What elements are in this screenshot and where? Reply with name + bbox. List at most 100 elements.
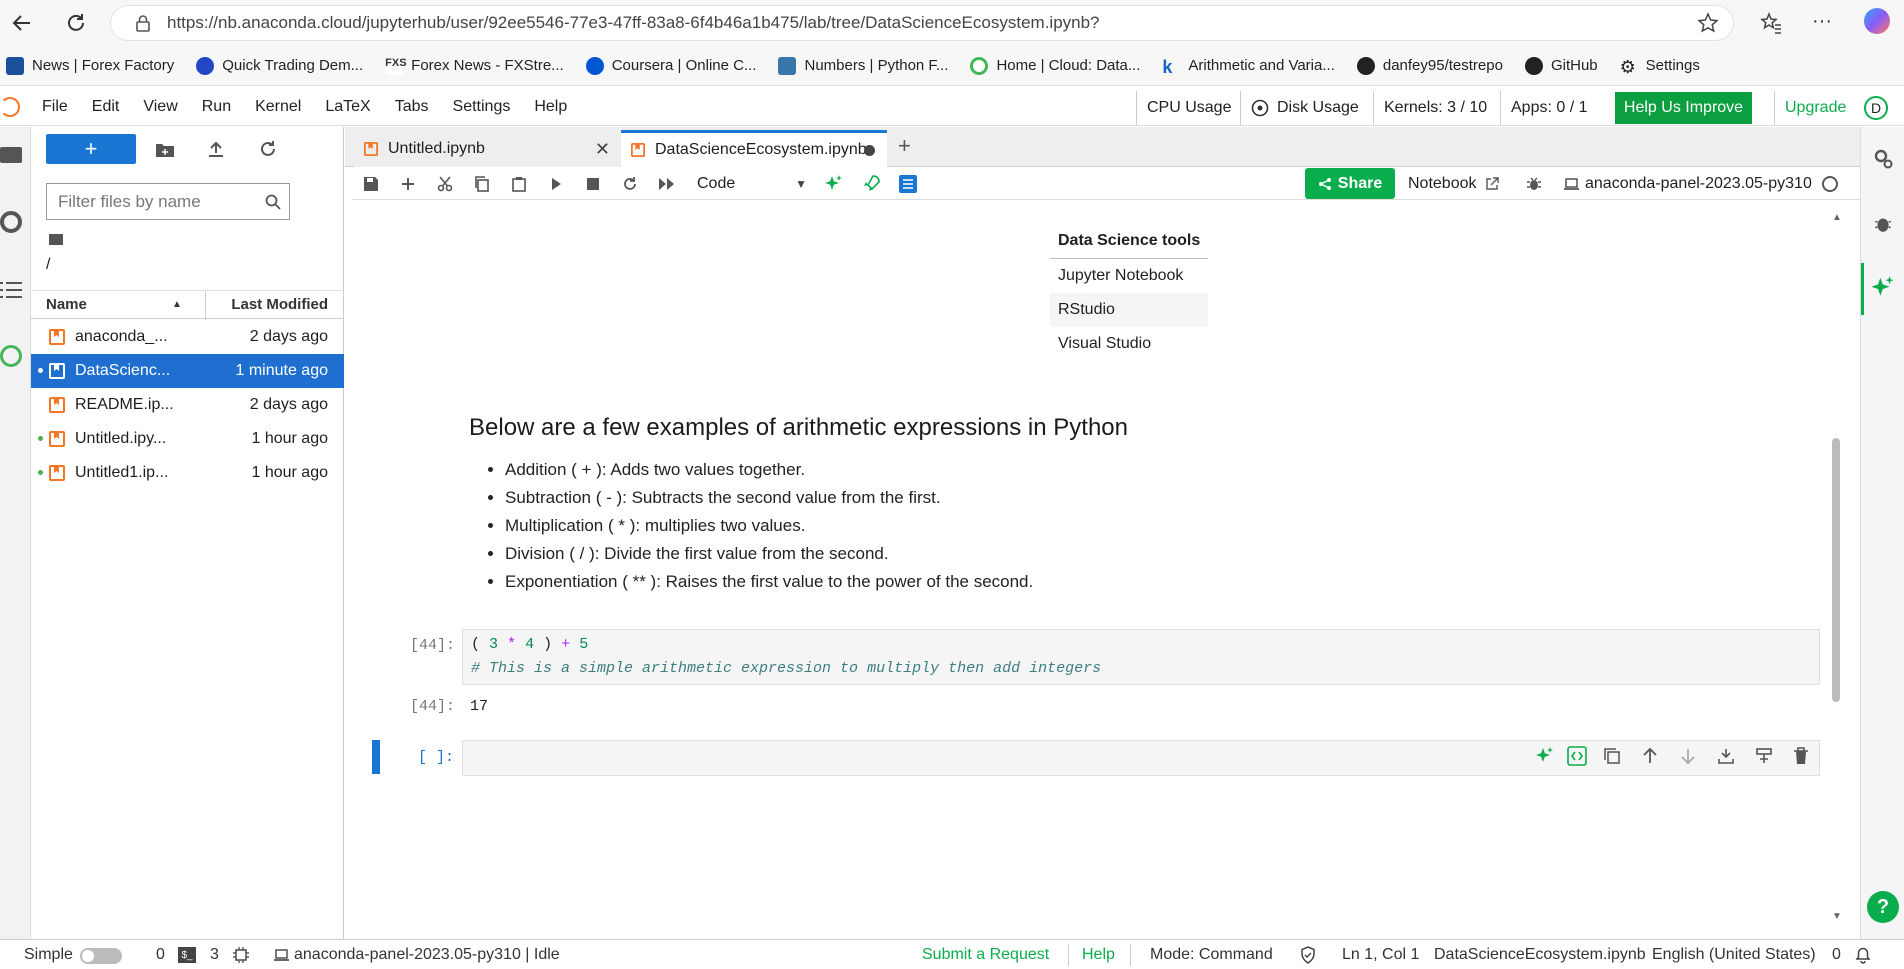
close-icon[interactable]: ✕ [595, 139, 610, 160]
notification-count[interactable]: 0 [1832, 946, 1841, 964]
simple-mode-toggle[interactable] [80, 948, 122, 964]
bookmark-item[interactable]: News | Forex Factory [6, 56, 174, 75]
tab-untitled[interactable]: Untitled.ipynb ✕ [354, 131, 620, 167]
bookmark-item[interactable]: Quick Trading Dem... [196, 56, 363, 75]
panel-button[interactable] [889, 174, 926, 194]
menu-settings[interactable]: Settings [453, 98, 511, 116]
breadcrumb[interactable]: / [46, 256, 50, 274]
cpu-usage[interactable]: CPU Usage [1136, 91, 1231, 125]
menu-run[interactable]: Run [202, 98, 231, 116]
bookmark-item[interactable]: Home | Cloud: Data... [970, 56, 1140, 75]
notebook-scrollbar[interactable]: ▲ ▼ [1832, 212, 1840, 922]
more-options-icon[interactable]: ··· [1812, 10, 1832, 33]
copilot-icon[interactable] [1864, 8, 1890, 34]
kernel-status[interactable]: anaconda-panel-2023.05-py310 | Idle [294, 946, 560, 964]
new-folder-icon[interactable] [155, 141, 175, 159]
file-row[interactable]: anaconda_... 2 days ago [31, 320, 344, 354]
bookmark-item[interactable]: danfey95/testrepo [1356, 56, 1503, 75]
ai-assist-button[interactable] [815, 174, 852, 194]
menu-file[interactable]: File [42, 98, 68, 116]
upgrade-link[interactable]: Upgrade [1774, 91, 1846, 125]
running-icon[interactable] [0, 211, 22, 233]
run-button[interactable] [537, 177, 574, 191]
arrow-down-icon[interactable] [1679, 747, 1697, 765]
share-button[interactable]: Share [1305, 168, 1395, 199]
column-name[interactable]: Name [46, 296, 87, 313]
cut-button[interactable] [426, 175, 463, 192]
kernel-selector[interactable]: anaconda-panel-2023.05-py310 [1564, 175, 1838, 193]
tab-datascienceecosystem[interactable]: DataScienceEcosystem.ipynb [621, 130, 887, 167]
new-tab-button[interactable]: + [898, 133, 911, 159]
filter-files-input[interactable]: Filter files by name [46, 183, 290, 220]
unsaved-dot-icon[interactable] [864, 144, 875, 156]
help-icon[interactable]: ? [1867, 891, 1899, 923]
bookmark-item[interactable]: k Arithmetic and Varia... [1162, 57, 1334, 77]
bookmark-item[interactable]: FXS Forex News - FXStre... [385, 56, 564, 75]
column-last-modified[interactable]: Last Modified [231, 296, 328, 313]
folder-icon[interactable] [49, 234, 63, 245]
language[interactable]: English (United States) [1652, 946, 1816, 964]
submit-request-link[interactable]: Submit a Request [922, 946, 1049, 964]
bookmark-item[interactable]: Numbers | Python F... [778, 56, 948, 75]
upload-icon[interactable] [207, 140, 225, 158]
insert-cell-button[interactable] [389, 176, 426, 192]
new-launcher-button[interactable]: + [46, 134, 136, 164]
terminal-count[interactable]: 3 [210, 946, 219, 964]
menu-latex[interactable]: LaTeX [325, 98, 370, 116]
file-row[interactable]: README.ip... 2 days ago [31, 388, 344, 422]
back-button[interactable] [4, 5, 40, 41]
star-icon[interactable] [1697, 12, 1719, 34]
address-bar[interactable]: https://nb.anaconda.cloud/jupyterhub/use… [110, 5, 1734, 41]
markdown-cell[interactable]: Below are a few examples of arithmetic e… [469, 414, 1769, 596]
scroll-up-icon[interactable]: ▲ [1832, 212, 1840, 223]
file-row[interactable]: Untitled1.ip... 1 hour ago [31, 456, 344, 490]
file-row-selected[interactable]: DataScienc... 1 minute ago [31, 354, 344, 388]
toc-icon[interactable] [0, 281, 22, 299]
refresh-button[interactable] [58, 5, 94, 41]
menu-view[interactable]: View [143, 98, 177, 116]
refresh-icon[interactable] [259, 140, 277, 158]
empty-code-cell-editor[interactable] [462, 740, 1820, 776]
copy-button[interactable] [463, 175, 500, 192]
bell-icon[interactable] [1854, 946, 1872, 964]
shield-icon[interactable] [1300, 946, 1316, 964]
cursor-position[interactable]: Ln 1, Col 1 [1342, 946, 1419, 964]
save-button[interactable] [352, 176, 389, 192]
scroll-down-icon[interactable]: ▼ [1832, 911, 1840, 922]
file-row[interactable]: Untitled.ipy... 1 hour ago [31, 422, 344, 456]
insert-above-icon[interactable] [1717, 747, 1735, 765]
property-inspector-icon[interactable] [1872, 147, 1894, 169]
folder-icon[interactable] [0, 147, 22, 163]
open-notebook-view-button[interactable]: Notebook [1408, 175, 1499, 193]
arrow-up-icon[interactable] [1641, 747, 1659, 765]
kernel-count[interactable]: 0 [156, 946, 165, 964]
help-link[interactable]: Help [1082, 946, 1115, 964]
stop-button[interactable] [574, 177, 611, 190]
debugger-icon[interactable] [1874, 214, 1892, 234]
menu-kernel[interactable]: Kernel [255, 98, 301, 116]
sparkle-icon[interactable] [1535, 746, 1555, 766]
bookmark-item[interactable]: ⚙ Settings [1620, 57, 1700, 77]
scrollbar-thumb[interactable] [1832, 438, 1840, 702]
code-cell-editor[interactable]: ( 3 * 4 ) + 5 # This is a simple arithme… [462, 629, 1820, 685]
insert-below-icon[interactable] [1755, 747, 1773, 765]
menu-tabs[interactable]: Tabs [395, 98, 429, 116]
debugger-icon[interactable] [1526, 176, 1542, 192]
run-all-button[interactable] [648, 177, 685, 191]
restart-button[interactable] [611, 176, 648, 192]
duplicate-icon[interactable] [1603, 747, 1621, 765]
help-us-improve-button[interactable]: Help Us Improve [1615, 92, 1752, 124]
code-snippet-icon[interactable] [1567, 746, 1587, 766]
sparkle-icon[interactable] [1870, 275, 1896, 301]
anaconda-assistant-icon[interactable] [0, 345, 22, 367]
cell-type-select[interactable]: Code ▼ [697, 175, 807, 193]
rocket-button[interactable] [852, 174, 889, 194]
trash-icon[interactable] [1793, 747, 1809, 765]
bookmark-item[interactable]: Coursera | Online C... [585, 56, 756, 75]
bookmark-item[interactable]: GitHub [1524, 56, 1598, 75]
disk-usage[interactable]: Disk Usage [1240, 91, 1359, 125]
paste-button[interactable] [500, 176, 537, 192]
avatar[interactable]: D [1864, 96, 1888, 120]
mode-indicator[interactable]: Mode: Command [1150, 946, 1273, 964]
menu-help[interactable]: Help [534, 98, 567, 116]
